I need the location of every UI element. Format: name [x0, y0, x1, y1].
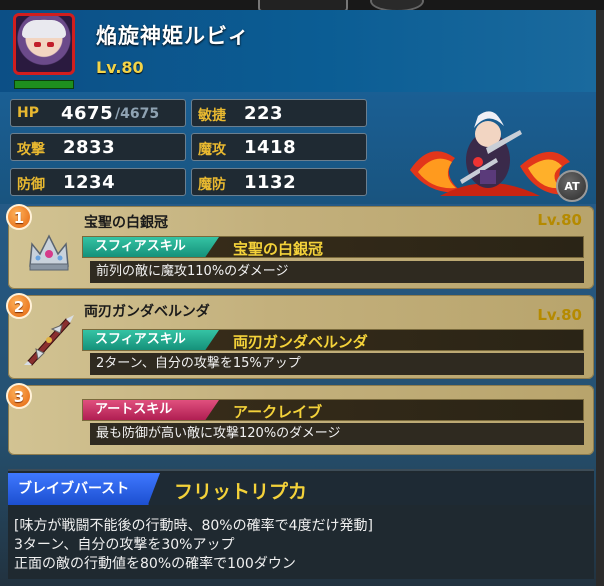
stat-label: 敏捷 — [198, 108, 226, 124]
skill-card-1[interactable]: 1 宝聖の白銀冠 Lv.80 スフィアスキル 宝聖の白銀冠 前列の敵に魔攻110… — [6, 204, 594, 289]
skill-number-badge: 3 — [6, 383, 32, 409]
character-sprite — [410, 111, 570, 196]
character-header — [0, 10, 596, 92]
stat-value: 223 — [244, 103, 284, 124]
stat-value: 4675 — [61, 103, 114, 124]
skill-name: 宝聖の白銀冠 — [233, 240, 324, 258]
sphere-skill-tag: スフィアスキル — [83, 330, 219, 350]
stat-magic-defense: 魔防 1132 — [191, 168, 367, 196]
stat-label: 防御 — [17, 177, 45, 193]
top-bar — [0, 0, 604, 12]
stat-label: HP — [17, 105, 39, 121]
stat-agility: 敏捷 223 — [191, 99, 367, 127]
skill-tag-bar: スフィアスキル 両刃ガンダベルンダ — [82, 329, 584, 351]
sphere-skill-tag: スフィアスキル — [83, 237, 219, 257]
character-level: Lv.80 — [96, 58, 144, 77]
brave-burst-line: 3ターン、自分の攻撃を30%アップ — [14, 537, 235, 553]
character-avatar[interactable] — [13, 13, 75, 75]
skill-description: 前列の敵に魔攻110%のダメージ — [90, 261, 584, 283]
stat-label: 魔攻 — [198, 142, 226, 158]
stat-label: 魔防 — [198, 177, 226, 193]
skill-name: アークレイブ — [233, 403, 323, 421]
brave-burst-panel[interactable]: ブレイブバースト フリットリプカ [味方が戦闘不能後の行動時、80%の確率で4度… — [8, 469, 594, 579]
stat-magic-attack: 魔攻 1418 — [191, 133, 367, 161]
character-name: 焔旋神姫ルビィ — [96, 24, 250, 48]
skill-tag-bar: アートスキル アークレイブ — [82, 399, 584, 421]
skill-card-3[interactable]: 3 アートスキル アークレイブ 最も防御が高い敵に攻撃120%のダメージ — [6, 383, 594, 455]
skill-name: 両刃ガンダベルンダ — [233, 333, 368, 351]
brave-burst-line: [味方が戦闘不能後の行動時、80%の確率で4度だけ発動] — [14, 518, 373, 534]
stat-defense: 防御 1234 — [10, 168, 186, 196]
stat-max: /4675 — [115, 106, 160, 122]
stat-attack: 攻撃 2833 — [10, 133, 186, 161]
stat-value: 2833 — [63, 137, 116, 158]
equip-name: 宝聖の白銀冠 — [84, 215, 168, 231]
avatar-hp-bar — [14, 80, 74, 89]
stat-hp: HP 4675 /4675 — [10, 99, 186, 127]
brave-burst-line: 正面の敵の行動値を80%の確率で100ダウン — [14, 556, 296, 572]
stat-value: 1418 — [244, 137, 297, 158]
scroll-strip — [596, 10, 604, 586]
silver-crown-icon — [29, 234, 69, 271]
brave-burst-header: ブレイブバースト フリットリプカ — [8, 473, 594, 505]
skill-card-2[interactable]: 2 両刃ガンダベルンダ Lv.80 スフィアスキル 両刃ガンダベルンダ 2ターン… — [6, 293, 594, 379]
double-blade-icon — [24, 315, 74, 366]
equip-level: Lv.80 — [537, 211, 582, 229]
art-skill-tag: アートスキル — [83, 400, 219, 420]
equip-level: Lv.80 — [537, 306, 582, 324]
skill-description: 最も防御が高い敵に攻撃120%のダメージ — [90, 423, 584, 445]
equip-name: 両刃ガンダベルンダ — [84, 304, 210, 320]
auto-target-button[interactable]: AT — [556, 170, 588, 202]
stat-label: 攻撃 — [17, 142, 45, 158]
brave-burst-name: フリットリプカ — [174, 481, 308, 503]
skill-tag-bar: スフィアスキル 宝聖の白銀冠 — [82, 236, 584, 258]
skill-description: 2ターン、自分の攻撃を15%アップ — [90, 353, 584, 375]
stat-value: 1132 — [244, 172, 297, 193]
brave-burst-tag: ブレイブバースト — [8, 473, 160, 505]
stat-value: 1234 — [63, 172, 116, 193]
